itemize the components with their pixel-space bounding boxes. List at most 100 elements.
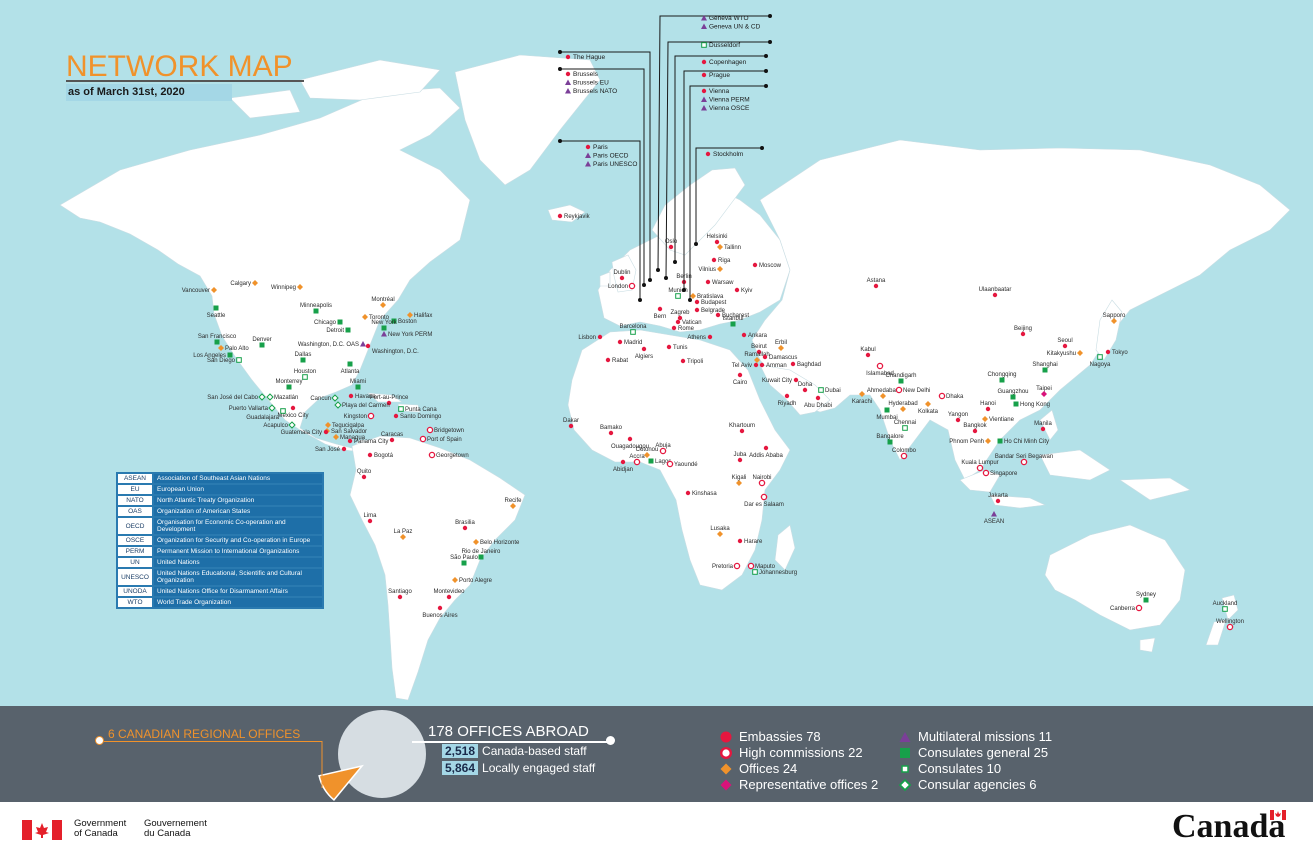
legend-diamond-icon xyxy=(719,778,733,792)
marker-dot xyxy=(557,213,563,219)
legend-item: Offices 24 xyxy=(719,761,797,776)
legend-label: Multilateral missions 11 xyxy=(918,729,1053,744)
city-label: Cotonou xyxy=(636,447,659,453)
glossary-full: United Nations xyxy=(154,558,322,567)
city-label: Bern xyxy=(654,314,667,320)
marker-dot xyxy=(617,339,623,345)
marker-dot xyxy=(348,393,354,399)
marker-dot xyxy=(290,405,296,411)
local-staff: 5,864 Locally engaged staff xyxy=(442,761,595,775)
marker-cg xyxy=(1042,367,1048,373)
city-label: Auckland xyxy=(1213,601,1238,607)
glossary-full: Organization of American States xyxy=(154,507,322,516)
glossary-row: ASEAN Association of Southeast Asian Nati… xyxy=(118,474,322,485)
city-label: Kabul xyxy=(860,347,875,353)
city-label: Miami xyxy=(350,379,366,385)
city-label: Athens xyxy=(687,335,706,341)
marker-ring xyxy=(758,479,766,487)
marker-dot xyxy=(685,490,691,496)
city-port-of-spain: Port of Spain xyxy=(419,435,462,443)
callout-label: Dusseldorf xyxy=(709,42,740,49)
city-label: Chongqing xyxy=(987,372,1016,378)
city-label: Algiers xyxy=(635,354,653,360)
legend-label: Consular agencies 6 xyxy=(918,777,1037,792)
marker-ring xyxy=(628,282,636,290)
city-label: Baghdad xyxy=(797,362,821,368)
callout-label: The Hague xyxy=(573,54,606,61)
glossary-abbr: OAS xyxy=(118,507,154,516)
city-label: Karachi xyxy=(852,399,872,405)
city-label: Cairo xyxy=(733,380,748,386)
city-label: Hong Kong xyxy=(1020,402,1050,408)
marker-dot xyxy=(641,346,647,352)
city-label: Yaoundé xyxy=(674,462,698,468)
city-label: Beirut xyxy=(751,344,767,350)
canada-based-label: Canada-based staff xyxy=(482,744,587,758)
marker-dot xyxy=(992,292,998,298)
callout-end xyxy=(764,84,768,88)
city-label: Kinshasa xyxy=(692,491,717,497)
marker-dot xyxy=(323,429,329,435)
city-label: La Paz xyxy=(394,529,413,535)
marker-cons xyxy=(236,357,242,363)
gov-en: Government of Canada xyxy=(74,819,126,839)
marker-dot xyxy=(995,498,1001,504)
city-label: Dhaka xyxy=(946,394,964,400)
legend-item: Consulates 10 xyxy=(898,761,1001,776)
marker-ring xyxy=(1020,458,1028,466)
city-label: Tripoli xyxy=(687,359,703,365)
city-label: Accra xyxy=(629,454,645,460)
city-label: Zagreb xyxy=(670,310,690,316)
city-label: Johannesburg xyxy=(759,570,797,576)
city-label: Vientiane xyxy=(989,417,1015,423)
callout-label: Vienna PERM xyxy=(709,97,750,104)
city-label: Montréal xyxy=(371,297,394,303)
city-label: New York xyxy=(371,320,397,326)
glossary-row: PERM Permanent Mission to International O… xyxy=(118,547,322,558)
local-staff-label: Locally engaged staff xyxy=(482,761,596,775)
marker-cg xyxy=(300,357,306,363)
marker-dot xyxy=(694,307,700,313)
city-label: Guatemala City xyxy=(281,430,322,436)
city-label: Cancun xyxy=(310,396,331,402)
city-label: Tel Aviv xyxy=(732,363,752,369)
canada-wordmark: Canada xyxy=(1172,808,1286,845)
city-punta-cana: Punta Cana xyxy=(398,406,437,413)
city-label: Khartoum xyxy=(729,423,755,429)
marker-dot xyxy=(1020,331,1026,337)
marker-dot xyxy=(565,71,571,77)
marker-dot xyxy=(737,457,743,463)
marker-cg xyxy=(214,339,220,345)
marker-cg xyxy=(1013,401,1019,407)
city-label: Kolkata xyxy=(918,409,939,415)
city-label: Kuwait City xyxy=(762,378,792,384)
marker-cg xyxy=(478,554,484,560)
city-label: Porto Alegre xyxy=(459,578,493,584)
city-label: Playa del Carmen xyxy=(342,403,390,409)
summary-band xyxy=(0,706,1313,802)
city-label: Budapest xyxy=(701,300,727,306)
glossary-row: OAS Organization of American States xyxy=(118,507,322,518)
city-label: Kigali xyxy=(732,475,747,481)
callout-end xyxy=(760,146,764,150)
city-label: Damascus xyxy=(769,355,797,361)
callout-end xyxy=(694,242,698,246)
regional-offices-label: 6 CANADIAN REGIONAL OFFICES xyxy=(108,727,301,741)
glossary-full: United Nations Office for Disarmament Af… xyxy=(154,587,322,596)
city-label: Singapore xyxy=(990,471,1018,477)
marker-cg xyxy=(648,458,654,464)
regional-offices-marker xyxy=(95,736,104,745)
city-label: Denver xyxy=(252,337,271,343)
city-label: Shanghai xyxy=(1032,362,1057,368)
city-label: Barcelona xyxy=(619,324,647,330)
city-ho-chi-minh-city: Ho Chi Minh City xyxy=(997,438,1049,445)
marker-ring xyxy=(976,464,984,472)
city-label: Colombo xyxy=(892,448,917,454)
marker-ring xyxy=(982,469,990,477)
marker-ring xyxy=(895,386,903,394)
callout-label: Geneva WTO xyxy=(709,15,749,22)
city-label: Jakarta xyxy=(988,493,1008,499)
city-label: Manila xyxy=(1034,421,1052,427)
legend-square-icon xyxy=(898,746,912,760)
city-label: Nairobi xyxy=(752,475,771,481)
